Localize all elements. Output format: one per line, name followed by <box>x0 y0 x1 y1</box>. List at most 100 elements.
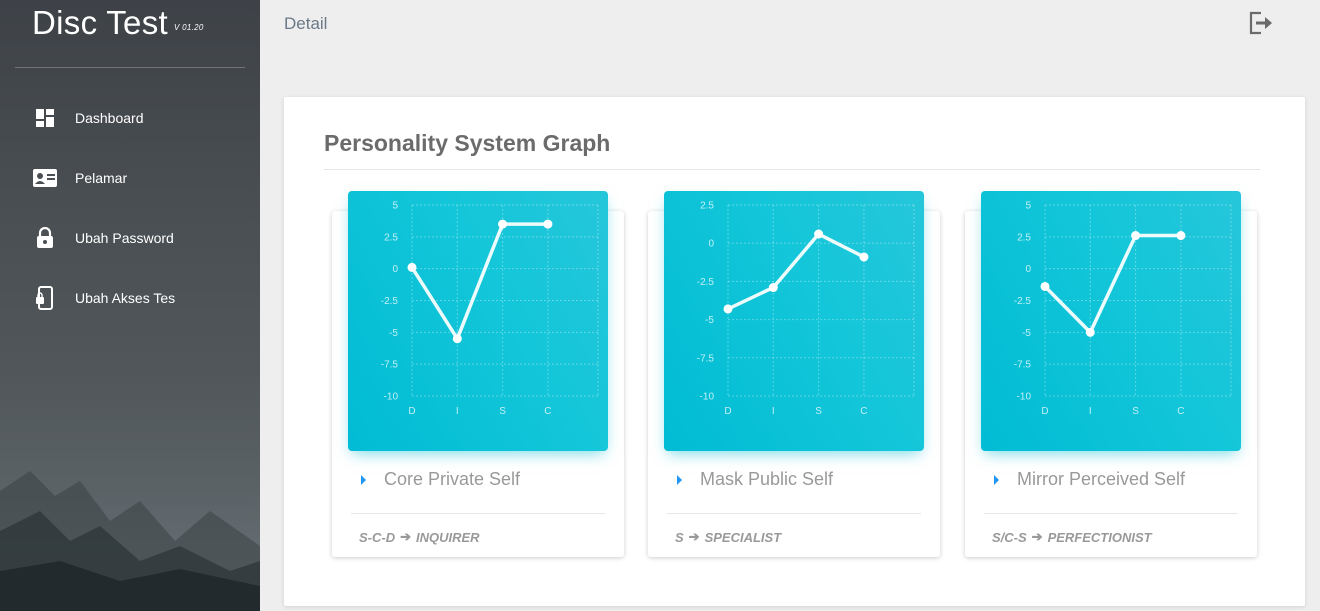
chart-box: 5 2.5 0 -2.5 -5 -7.5 -10 D I S C <box>981 191 1241 451</box>
card-subtitle-text: Mask Public Self <box>700 469 834 489</box>
y-tick-label: -5 <box>389 328 398 339</box>
main-card-title: Personality System Graph <box>324 130 611 156</box>
x-tick-label: C <box>544 406 551 417</box>
card-subtitle: Mirror Perceived Self <box>994 469 1185 490</box>
pattern-code: S <box>675 529 684 545</box>
y-tick-label: 5 <box>392 201 398 212</box>
sidebar-divider <box>15 67 245 68</box>
y-tick-label: 0 <box>392 264 398 275</box>
x-tick-label: I <box>772 406 775 417</box>
id-card-icon <box>33 166 57 190</box>
x-tick-label: C <box>1177 406 1184 417</box>
dashboard-icon <box>33 106 57 130</box>
x-tick-label: S <box>1132 406 1139 417</box>
sidebar-item-label: Dashboard <box>75 110 144 126</box>
y-tick-label: 2.5 <box>1017 232 1031 243</box>
y-tick-label: 2.5 <box>384 232 398 243</box>
y-tick-label: -5 <box>705 315 714 326</box>
y-tick-label: -7.5 <box>1014 360 1032 371</box>
series-line <box>410 222 550 341</box>
arrow-right-icon: ➔ <box>400 529 412 544</box>
series-line <box>726 232 866 311</box>
data-point[interactable] <box>814 229 824 239</box>
chart-card-core-private-self: 5 2.5 0 -2.5 -5 -7.5 -10 D I S C Core Private Self… <box>332 191 624 557</box>
chart-card-mirror-perceived-self: 5 2.5 0 -2.5 -5 -7.5 -10 D I S C Mirror Perceived … <box>965 191 1257 557</box>
app-name: Disc Test <box>32 4 168 41</box>
app-brand[interactable]: Disc Test V 01.20 <box>32 4 204 42</box>
phone-lock-icon <box>33 286 57 310</box>
y-tick-label: -2.5 <box>697 277 715 288</box>
data-point[interactable] <box>452 334 462 344</box>
y-tick-label: -2.5 <box>1014 296 1032 307</box>
data-point[interactable] <box>768 283 778 293</box>
sidebar: Disc Test V 01.20 Dashboard Pelamar Ubah … <box>0 0 260 611</box>
pattern-type: INQUIRER <box>416 529 480 545</box>
sidebar-item-label: Ubah Password <box>75 230 174 246</box>
arrow-right-icon: ➔ <box>688 529 700 544</box>
data-point[interactable] <box>1085 327 1095 337</box>
data-point[interactable] <box>498 219 508 229</box>
y-tick-label: -7.5 <box>381 360 399 371</box>
chart-box: 2.5 0 -2.5 -5 -7.5 -10 D I S C <box>664 191 924 451</box>
data-point[interactable] <box>1131 231 1141 241</box>
data-point[interactable] <box>1040 281 1050 291</box>
y-tick-label: -10 <box>700 392 715 403</box>
arrow-right-icon: ➔ <box>1031 529 1043 544</box>
card-subtitle: Mask Public Self <box>677 469 833 490</box>
lock-icon <box>33 226 57 250</box>
main-card: Personality System Graph 5 2.5 0 -2.5 -5 -7.5… <box>284 97 1305 606</box>
y-tick-label: -2.5 <box>381 296 399 307</box>
x-tick-label: D <box>724 406 731 417</box>
y-tick-label: 2.5 <box>700 201 714 212</box>
data-point[interactable] <box>859 252 869 262</box>
sidebar-background-mountain <box>0 471 260 611</box>
x-tick-label: S <box>815 406 822 417</box>
sidebar-item-dashboard[interactable]: Dashboard <box>0 88 260 148</box>
card-footer: S/C-S ➔ PERFECTIONIST <box>992 529 1152 545</box>
sidebar-item-ubah-password[interactable]: Ubah Password <box>0 208 260 268</box>
main-card-divider <box>324 169 1260 170</box>
y-tick-label: -10 <box>384 392 399 403</box>
x-tick-label: S <box>499 406 506 417</box>
logout-button[interactable] <box>1246 9 1274 37</box>
logout-icon <box>1249 11 1272 35</box>
x-tick-label: D <box>408 406 415 417</box>
sidebar-item-label: Pelamar <box>75 170 128 186</box>
line-chart-mirror-perceived-self: 5 2.5 0 -2.5 -5 -7.5 -10 D I S C <box>1014 201 1232 417</box>
caret-right-icon <box>677 474 682 485</box>
pattern-code: S/C-S <box>992 529 1027 545</box>
x-tick-label: I <box>456 406 459 417</box>
card-footer: S-C-D ➔ INQUIRER <box>359 529 480 545</box>
card-subtitle: Core Private Self <box>361 469 520 490</box>
data-point[interactable] <box>1176 231 1186 241</box>
pattern-type: PERFECTIONIST <box>1047 529 1152 545</box>
sidebar-item-label: Ubah Akses Tes <box>75 290 176 306</box>
x-tick-label: D <box>1041 406 1048 417</box>
sidebar-item-ubah-akses-tes[interactable]: Ubah Akses Tes <box>0 268 260 328</box>
chart-box: 5 2.5 0 -2.5 -5 -7.5 -10 D I S C <box>348 191 608 451</box>
card-subtitle-text: Core Private Self <box>384 469 521 489</box>
line-chart-core-private-self: 5 2.5 0 -2.5 -5 -7.5 -10 D I S C <box>381 201 599 417</box>
y-tick-label: 0 <box>1025 264 1031 275</box>
x-tick-label: I <box>1089 406 1092 417</box>
card-subtitle-text: Mirror Perceived Self <box>1017 469 1186 489</box>
pattern-type: SPECIALIST <box>704 529 782 545</box>
y-tick-label: 5 <box>1025 201 1031 212</box>
line-chart-mask-public-self: 2.5 0 -2.5 -5 -7.5 -10 D I S C <box>697 201 915 417</box>
sidebar-nav: Dashboard Pelamar Ubah Password Ubah Aks… <box>0 88 260 328</box>
card-divider <box>984 513 1238 514</box>
pattern-code: S-C-D <box>359 529 396 545</box>
card-footer: S ➔ SPECIALIST <box>675 529 781 545</box>
data-point[interactable] <box>543 219 553 229</box>
chart-card-mask-public-self: 2.5 0 -2.5 -5 -7.5 -10 D I S C Mask Public Self S… <box>648 191 940 557</box>
data-point[interactable] <box>407 262 417 272</box>
y-tick-label: -10 <box>1017 392 1032 403</box>
y-tick-label: 0 <box>708 239 714 250</box>
page-title: Detail <box>284 14 328 33</box>
sidebar-item-pelamar[interactable]: Pelamar <box>0 148 260 208</box>
caret-right-icon <box>994 474 999 485</box>
caret-right-icon <box>361 474 366 485</box>
y-tick-label: -7.5 <box>697 353 715 364</box>
data-point[interactable] <box>723 304 733 314</box>
x-tick-label: C <box>860 406 867 417</box>
